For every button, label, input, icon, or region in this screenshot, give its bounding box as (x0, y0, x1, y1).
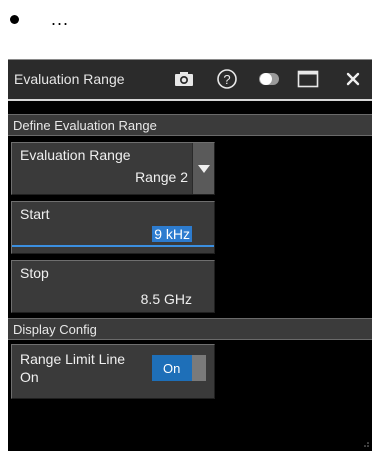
range-limit-line-state: On (20, 369, 39, 385)
stop-value: 8.5 GHz (140, 291, 192, 307)
stop-label: Stop (20, 265, 49, 281)
bullet-text: ... (51, 8, 70, 29)
dialog-titlebar: Evaluation Range ? (8, 60, 372, 101)
bullet-dot (10, 14, 19, 24)
start-input-value[interactable]: 9 kHz (152, 226, 192, 242)
bullet-line: ... (6, 4, 69, 34)
evaluation-range-value: Range 2 (135, 169, 188, 185)
start-label: Start (20, 206, 50, 222)
help-icon[interactable]: ? (216, 68, 238, 90)
dialog-title: Evaluation Range (14, 71, 125, 87)
camera-icon[interactable] (173, 68, 195, 90)
toggle-icon[interactable] (258, 68, 280, 90)
switch-knob[interactable] (192, 355, 206, 381)
start-field[interactable]: Start 9 kHz (11, 201, 215, 254)
start-input-underline (12, 245, 214, 247)
range-limit-line-switch[interactable]: On (152, 355, 206, 381)
switch-label: On (163, 360, 181, 376)
resize-grip-icon[interactable] (362, 441, 370, 449)
help-glyph: ? (223, 72, 230, 87)
stop-field[interactable]: Stop 8.5 GHz (11, 260, 215, 313)
window-icon[interactable] (297, 68, 319, 90)
evaluation-range-label: Evaluation Range (20, 147, 131, 163)
dropdown-arrow-button[interactable] (192, 143, 214, 194)
range-limit-line-label: Range Limit Line (20, 351, 126, 367)
evaluation-range-dialog: Evaluation Range ? Define Evaluation Ran… (8, 59, 372, 451)
chevron-down-icon (197, 164, 210, 173)
close-icon[interactable] (342, 68, 364, 90)
section-header-display: Display Config (8, 318, 372, 340)
evaluation-range-dropdown[interactable]: Evaluation Range Range 2 (11, 142, 215, 195)
section-header-define: Define Evaluation Range (8, 114, 372, 136)
range-limit-line-control[interactable]: Range Limit Line On On (11, 344, 215, 399)
